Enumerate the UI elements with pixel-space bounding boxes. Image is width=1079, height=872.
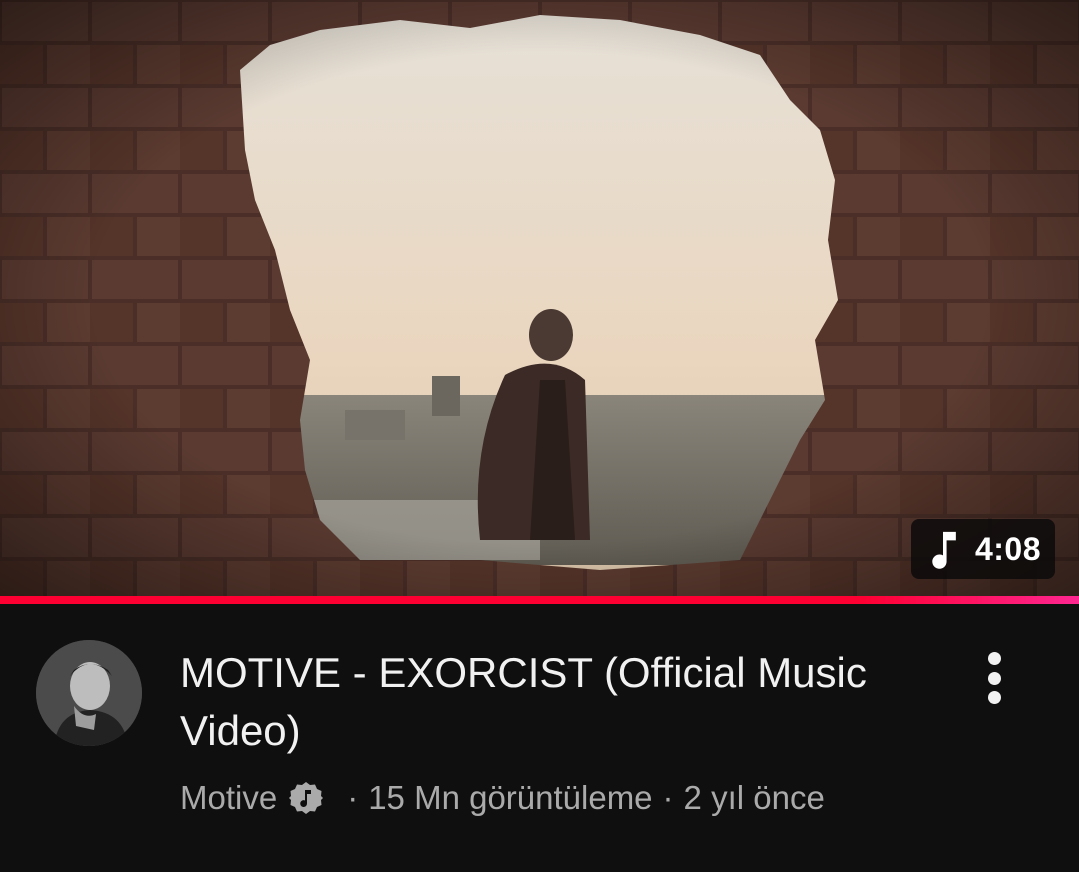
view-count: 15 Mn görüntüleme (368, 779, 653, 816)
watch-progress-fill (0, 596, 1079, 604)
more-vertical-icon-dot (987, 671, 1001, 685)
separator: · (662, 779, 674, 816)
music-note-icon (932, 531, 956, 569)
duration-text: 4:08 (974, 530, 1041, 567)
video-thumbnail[interactable]: 4:08 (0, 0, 1079, 596)
watch-progress-bar (0, 596, 1079, 604)
upload-age: 2 yıl önce (683, 779, 825, 816)
more-options-button[interactable] (970, 648, 1018, 708)
video-card[interactable]: 4:08 MOTIVE - EXORCIST (Official Music V… (0, 0, 1079, 872)
thumbnail-image (0, 0, 1079, 596)
channel-name[interactable]: Motive (180, 776, 277, 820)
more-vertical-icon-dot (987, 652, 1001, 665)
avatar-image (36, 640, 142, 746)
video-title[interactable]: MOTIVE - EXORCIST (Official Music Video) (180, 644, 880, 760)
duration-badge: 4:08 (910, 519, 1055, 579)
more-vertical-icon-dot (987, 691, 1001, 704)
separator: · (347, 779, 359, 816)
video-metadata: Motive · 15 Mn görüntüleme · 2 yıl önce (180, 776, 825, 820)
verified-music-note-icon (289, 782, 324, 814)
channel-avatar[interactable] (36, 640, 142, 746)
